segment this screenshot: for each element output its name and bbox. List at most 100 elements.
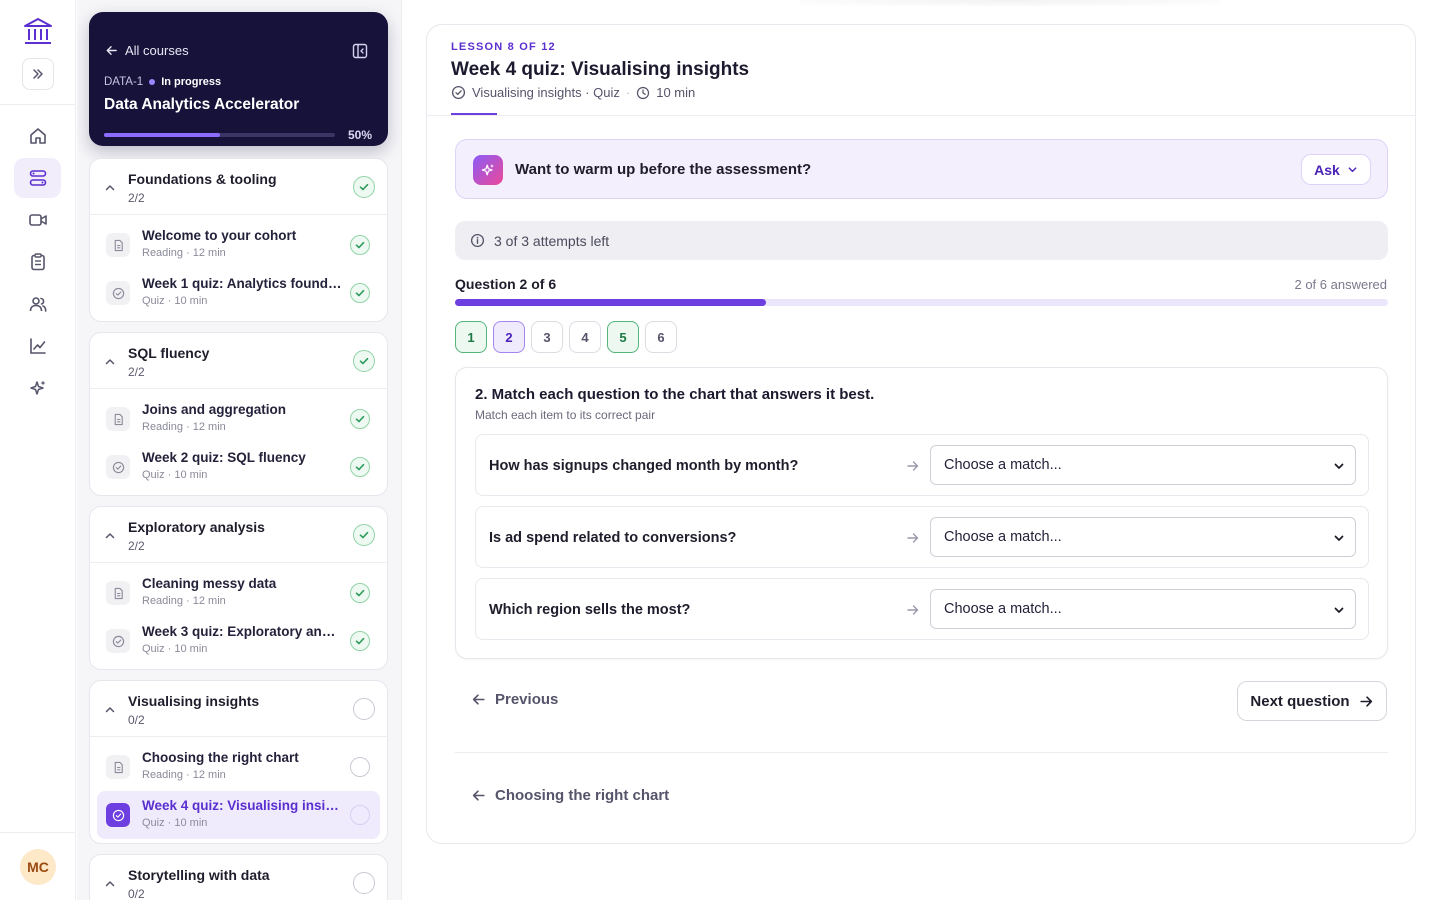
question-number-button[interactable]: 4	[569, 321, 601, 353]
chevron-up-icon	[104, 703, 116, 715]
all-courses-link[interactable]: All courses	[105, 43, 189, 58]
match-prompt: Is ad spend related to conversions?	[489, 530, 737, 546]
match-select[interactable]: Choose a match...	[930, 589, 1356, 629]
status-dot	[149, 79, 156, 85]
ask-dropdown-button[interactable]: Ask	[1301, 154, 1371, 185]
lesson-item[interactable]: Cleaning messy data Reading · 12 min	[97, 569, 380, 617]
warmup-text: Want to warm up before the assessment?	[515, 161, 812, 178]
lesson-item[interactable]: Choosing the right chart Reading · 12 min	[97, 743, 380, 791]
module-header[interactable]: Exploratory analysis 2/2	[90, 507, 387, 563]
module-title: Storytelling with data	[128, 867, 270, 883]
nav-assignments[interactable]	[14, 242, 61, 282]
rail-divider	[0, 832, 76, 833]
question-number-button[interactable]: 2	[493, 321, 525, 353]
lesson-item[interactable]: Week 1 quiz: Analytics foundations Quiz ·…	[97, 269, 380, 317]
nav-courses[interactable]	[14, 158, 61, 198]
question-number-button[interactable]: 3	[531, 321, 563, 353]
nav-video[interactable]	[14, 200, 61, 240]
chevron-up-icon	[104, 355, 116, 367]
lesson-list: Cleaning messy data Reading · 12 min Week …	[90, 563, 387, 665]
lesson-meta: Reading · 12 min	[142, 247, 226, 259]
clock-icon	[637, 86, 650, 99]
user-avatar[interactable]: MC	[20, 849, 56, 885]
collapse-panel-button[interactable]	[352, 43, 368, 59]
question-hint: Match each item to its correct pair	[475, 408, 656, 422]
active-tab-indicator	[451, 113, 497, 115]
question-number-button[interactable]: 6	[645, 321, 677, 353]
module-title: Foundations & tooling	[128, 171, 277, 187]
quiz-progress-fill	[455, 299, 766, 306]
module-header[interactable]: SQL fluency 2/2	[90, 333, 387, 389]
rail-divider	[0, 104, 76, 105]
lesson-title: Week 1 quiz: Analytics foundations	[142, 276, 342, 291]
attempts-notice: 3 of 3 attempts left	[455, 221, 1388, 260]
next-question-label: Next question	[1250, 692, 1350, 710]
empty-circle-icon	[350, 805, 370, 825]
users-icon	[29, 297, 46, 312]
match-select[interactable]: Choose a match...	[930, 517, 1356, 557]
institution-logo-icon[interactable]	[22, 16, 54, 48]
lesson-position: LESSON 8 OF 12	[451, 41, 556, 53]
arrow-right-icon	[906, 531, 920, 545]
match-select-value: Choose a match...	[944, 457, 1062, 473]
nav-analytics[interactable]	[14, 326, 61, 366]
module-count: 2/2	[128, 191, 145, 205]
lesson-title: Week 4 quiz: Visualising insights	[142, 798, 342, 813]
nav-ai-assistant[interactable]	[14, 368, 61, 408]
chevron-up-icon	[104, 877, 116, 889]
ai-sparkle-icon	[473, 155, 503, 185]
question-number-button[interactable]: 5	[607, 321, 639, 353]
lesson-item[interactable]: Week 3 quiz: Exploratory analysis Quiz · …	[97, 617, 380, 665]
quiz-check-icon	[451, 85, 466, 100]
module-count: 2/2	[128, 365, 145, 379]
check-circle-icon	[350, 283, 370, 303]
arrow-left-icon	[106, 46, 117, 55]
previous-lesson-link[interactable]: Choosing the right chart	[471, 787, 669, 804]
module-header[interactable]: Storytelling with data 0/2	[90, 855, 387, 900]
match-select-value: Choose a match...	[944, 529, 1062, 545]
next-question-button[interactable]: Next question	[1237, 681, 1387, 721]
line-chart-icon	[29, 338, 46, 354]
lesson-title: Choosing the right chart	[142, 750, 299, 765]
lesson-meta: Reading · 12 min	[142, 769, 226, 781]
module-count: 2/2	[128, 539, 145, 553]
module-header[interactable]: Foundations & tooling 2/2	[90, 159, 387, 215]
lesson-title: Week 3 quiz: Exploratory analysis	[142, 624, 342, 639]
clipboard-icon	[30, 253, 45, 271]
page-title: Week 4 quiz: Visualising insights	[451, 59, 750, 80]
lesson-list: Joins and aggregation Reading · 12 min Wee…	[90, 389, 387, 491]
module-title: Visualising insights	[128, 693, 260, 709]
answered-count: 2 of 6 answered	[1294, 277, 1387, 292]
top-edge-shadow	[800, 0, 1220, 6]
info-icon	[470, 233, 485, 248]
quiz-progress-bar	[455, 299, 1388, 306]
lesson-meta: Reading · 12 min	[142, 595, 226, 607]
question-number-button[interactable]: 1	[455, 321, 487, 353]
lesson-title: Welcome to your cohort	[142, 228, 297, 243]
chevrons-right-icon	[33, 69, 43, 79]
lesson-meta: Quiz · 10 min	[142, 295, 208, 307]
module-count: 0/2	[128, 713, 145, 727]
module-header[interactable]: Visualising insights 0/2	[90, 681, 387, 737]
lesson-item[interactable]: Week 2 quiz: SQL fluency Quiz · 10 min	[97, 443, 380, 491]
lesson-item[interactable]: Joins and aggregation Reading · 12 min	[97, 395, 380, 443]
course-outline-sidebar: All courses DATA-1 In progress Data Anal…	[77, 0, 402, 900]
module-title: SQL fluency	[128, 345, 210, 361]
lesson-panel: LESSON 8 OF 12 Week 4 quiz: Visualising …	[426, 24, 1416, 844]
lesson-item[interactable]: Welcome to your cohort Reading · 12 min	[97, 221, 380, 269]
nav-people[interactable]	[14, 284, 61, 324]
match-select[interactable]: Choose a match...	[930, 445, 1356, 485]
course-summary-card: All courses DATA-1 In progress Data Anal…	[89, 12, 388, 146]
expand-sidebar-button[interactable]	[22, 58, 54, 90]
chevron-down-icon	[1333, 604, 1345, 616]
previous-button[interactable]: Previous	[471, 691, 558, 708]
lesson-item[interactable]: Week 4 quiz: Visualising insights Quiz · …	[97, 791, 380, 839]
arrow-right-icon	[906, 459, 920, 473]
check-circle-icon	[350, 235, 370, 255]
nav-home[interactable]	[14, 116, 61, 156]
check-circle-icon	[353, 176, 375, 198]
previous-label: Previous	[495, 691, 559, 708]
course-meta: DATA-1 In progress	[104, 76, 221, 88]
match-row: How has signups changed month by month? C…	[475, 434, 1369, 496]
panel-left-icon	[352, 43, 368, 59]
